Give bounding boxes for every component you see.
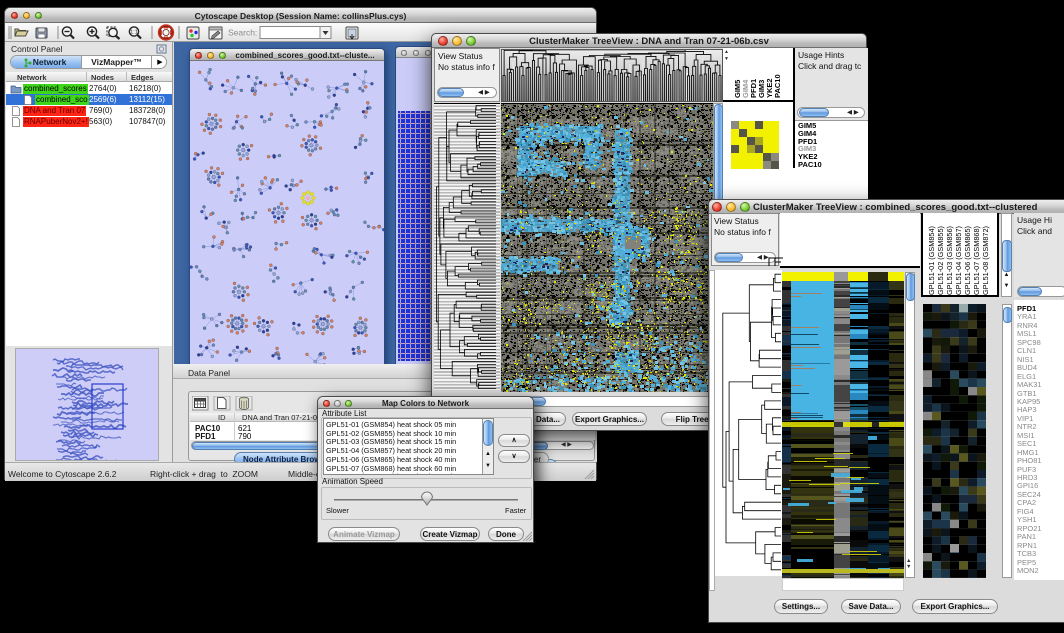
svg-text:1:1: 1:1 xyxy=(130,30,138,36)
svg-text:Search:: Search: xyxy=(228,28,257,38)
